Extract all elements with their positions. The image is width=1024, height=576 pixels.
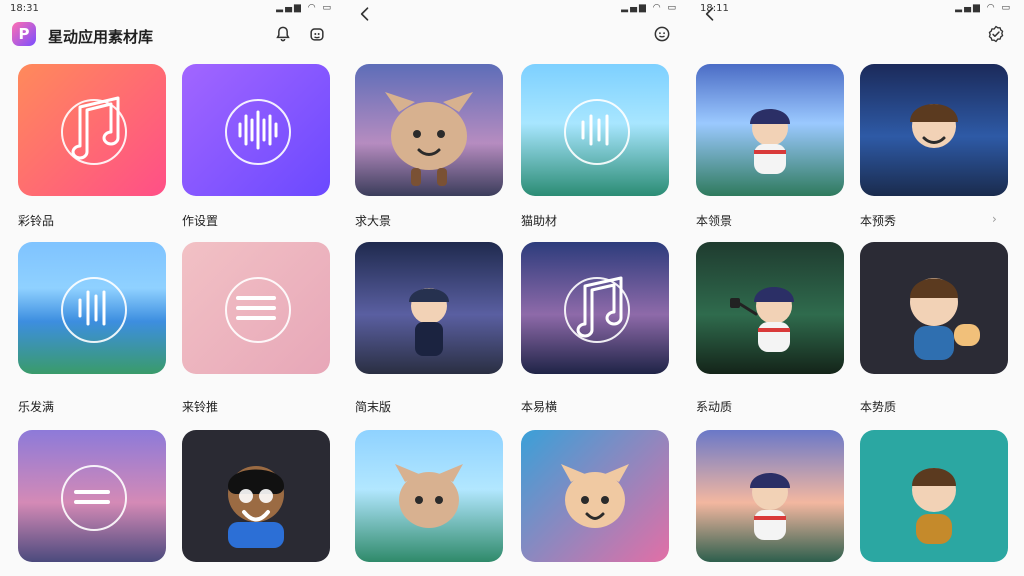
screens-container: 18:31 ▂▄▆ ◠ ▭ P 星动应用素材库 彩铃品 作设置 乐发满 来铃推 … [0, 0, 1024, 576]
character-icon [395, 464, 463, 528]
bot-icon[interactable] [307, 24, 327, 44]
tile-character-1[interactable] [355, 64, 503, 196]
character-icon [910, 278, 980, 360]
tile-label: 本势质 [860, 400, 897, 414]
tile-character-space[interactable] [355, 242, 503, 374]
status-bar: 18:11 ▂▄▆ ◠ ▭ [690, 0, 1024, 18]
character-icon [750, 109, 790, 174]
tile-character-hug[interactable] [860, 242, 1008, 374]
tile-label: 来铃推 [182, 400, 219, 414]
tile-label: 本领景 [696, 214, 733, 228]
tile-character-party[interactable] [521, 430, 669, 562]
tile-label: 作设置 [182, 214, 219, 228]
tile-island[interactable] [521, 64, 669, 196]
tile-label: 求大景 [355, 214, 392, 228]
tile-night-lake[interactable] [521, 242, 669, 374]
character-icon [228, 466, 284, 548]
tile-character-ocean[interactable] [860, 64, 1008, 196]
character-icon [750, 473, 790, 540]
tile-sunset[interactable] [18, 430, 166, 562]
status-icons: ▂▄▆ ◠ ▭ [276, 3, 333, 13]
chevron-right-icon: › [992, 212, 997, 226]
status-icons: ▂▄▆ ◠ ▭ [955, 3, 1012, 13]
tile-label: 系动质 [696, 400, 733, 414]
tile-label: 彩铃品 [18, 214, 55, 228]
tile-music-notes[interactable] [182, 242, 330, 374]
tile-label: 本预秀 [860, 214, 897, 228]
character-icon [409, 288, 449, 356]
tile-character-dark[interactable] [182, 430, 330, 562]
back-icon[interactable] [355, 4, 375, 24]
waveform-glyph-icon [581, 114, 609, 146]
music-note-glyph-icon [71, 96, 120, 160]
bot-icon[interactable] [652, 24, 672, 44]
tile-label: 猫助材 [521, 214, 558, 228]
menu-glyph-icon [236, 296, 276, 320]
tile-ringtone[interactable] [18, 64, 166, 196]
music-note-glyph-icon [576, 276, 623, 338]
screen-detail-1: ▂▄▆ ◠ ▭ 求大景 猫助材 简末版 本易横 [345, 0, 690, 576]
tile-label: 本易横 [521, 400, 558, 414]
tile-character-teal[interactable] [860, 430, 1008, 562]
screen-detail-2: 18:11 ▂▄▆ ◠ ▭ 本领景 本预秀 › 系动质 本势质 [690, 0, 1024, 576]
character-icon [385, 92, 473, 186]
tile-character-selfie[interactable] [696, 242, 844, 374]
tile-landscape-audio[interactable] [18, 242, 166, 374]
status-icons: ▂▄▆ ◠ ▭ [621, 3, 678, 13]
app-bar: P 星动应用素材库 [0, 20, 345, 50]
character-icon [910, 104, 958, 148]
character-icon [561, 464, 629, 528]
tile-character-sunset[interactable] [696, 430, 844, 562]
page-title: 星动应用素材库 [48, 28, 154, 46]
back-icon[interactable] [700, 4, 720, 24]
tile-label: 乐发满 [18, 400, 55, 414]
status-time: 18:31 [10, 3, 39, 14]
character-icon [730, 287, 794, 352]
tile-character-lake[interactable] [355, 430, 503, 562]
tile-label: 简末版 [355, 400, 392, 414]
status-bar: ▂▄▆ ◠ ▭ [345, 0, 690, 18]
waveform-glyph-icon [78, 290, 106, 326]
character-icon [912, 468, 956, 544]
app-logo-icon: P [12, 22, 36, 46]
tile-voice[interactable] [182, 64, 330, 196]
status-bar: 18:31 ▂▄▆ ◠ ▭ [0, 0, 345, 18]
verified-icon[interactable] [986, 24, 1006, 44]
tile-character-mountain[interactable] [696, 64, 844, 196]
screen-home: 18:31 ▂▄▆ ◠ ▭ P 星动应用素材库 彩铃品 作设置 乐发满 来铃推 [0, 0, 345, 576]
menu-glyph-icon [74, 490, 110, 504]
waveform-glyph-icon [238, 110, 278, 150]
bell-icon[interactable] [273, 24, 293, 44]
